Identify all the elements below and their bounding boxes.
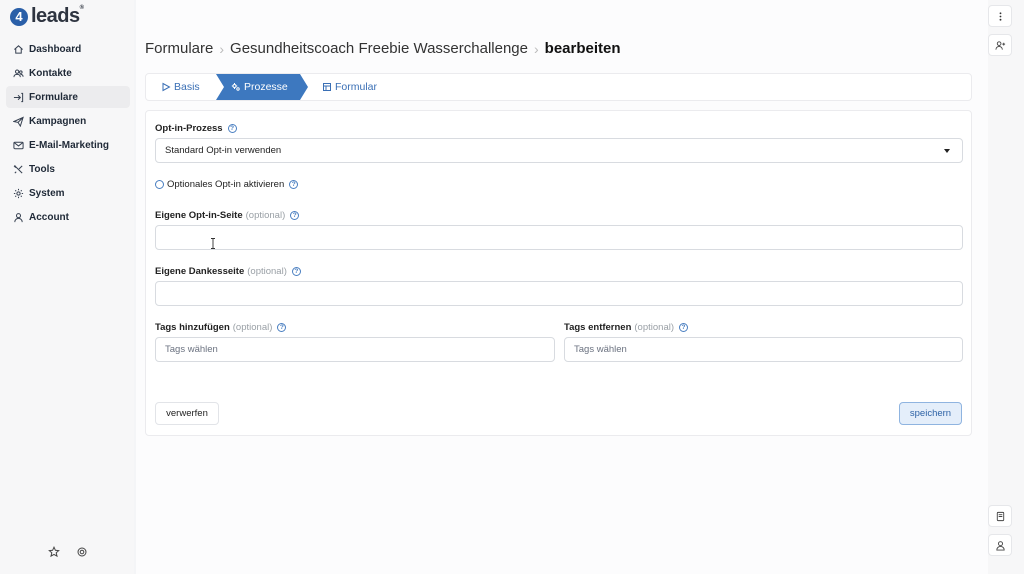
page-title: bearbeiten <box>544 40 621 57</box>
help-icon[interactable]: ? <box>291 267 301 276</box>
sidebar-item-email-marketing[interactable]: E-Mail-Marketing <box>6 134 130 156</box>
help-icon[interactable]: ? <box>277 323 287 332</box>
sidebar-item-label: System <box>29 187 65 199</box>
gears-icon <box>231 83 240 91</box>
tab-prozesse[interactable]: Prozesse <box>216 74 308 100</box>
text-cursor-icon <box>211 238 215 249</box>
tab-label: Basis <box>174 81 200 93</box>
sidebar-item-label: Kampagnen <box>29 115 87 127</box>
add-user-icon <box>994 40 1005 50</box>
process-form: Opt-in-Prozess ? Standard Opt-in verwend… <box>145 110 972 436</box>
sidebar-item-kontakte[interactable]: Kontakte <box>6 62 130 84</box>
tab-label: Formular <box>335 81 378 93</box>
tab-bar: Basis Prozesse Formular <box>145 73 972 101</box>
logo-mark: 4 <box>10 7 28 26</box>
gear-icon[interactable] <box>76 546 88 558</box>
tab-label: Prozesse <box>244 81 288 93</box>
docs-button[interactable] <box>988 505 1012 527</box>
arrow-in-icon <box>13 92 24 102</box>
send-icon <box>13 115 24 127</box>
sidebar-item-account[interactable]: Account <box>6 206 130 228</box>
support-button[interactable] <box>988 534 1012 556</box>
help-icon[interactable]: ? <box>227 124 237 133</box>
sidebar-nav: Dashboard Kontakte Formulare Kampagnen E… <box>6 38 130 230</box>
sidebar-item-dashboard[interactable]: Dashboard <box>6 38 130 60</box>
sidebar-item-formulare[interactable]: Formulare <box>6 86 130 108</box>
optional-optin-radio[interactable]: Optionales Opt-in aktivieren ? <box>155 179 299 190</box>
tab-formular[interactable]: Formular <box>322 74 377 100</box>
home-icon <box>14 44 23 54</box>
help-icon[interactable]: ? <box>290 211 300 220</box>
sidebar-item-tools[interactable]: Tools <box>6 158 130 180</box>
play-icon <box>162 82 171 92</box>
optin-process-label: Opt-in-Prozess ? <box>155 123 237 134</box>
save-button[interactable]: speichern <box>899 402 962 425</box>
sidebar-item-label: Kontakte <box>29 67 72 79</box>
sidebar-item-system[interactable]: System <box>6 182 130 204</box>
tab-basis[interactable]: Basis <box>161 74 200 100</box>
breadcrumb: Formulare › Gesundheitscoach Freebie Was… <box>145 40 621 57</box>
logo-text: leads® <box>31 5 84 27</box>
thanks-page-label: Eigene Dankesseite (optional) ? <box>155 266 301 277</box>
breadcrumb-item[interactable]: Formulare <box>145 40 213 57</box>
breadcrumb-item[interactable]: Gesundheitscoach Freebie Wasserchallenge <box>230 40 528 57</box>
mail-icon <box>13 141 24 149</box>
caret-down-icon <box>944 149 950 153</box>
tags-remove-select[interactable]: Tags wählen <box>564 337 963 362</box>
support-icon <box>995 540 1005 551</box>
form-icon <box>323 83 331 91</box>
sidebar-item-kampagnen[interactable]: Kampagnen <box>6 110 130 132</box>
help-icon[interactable]: ? <box>289 180 299 189</box>
users-icon <box>13 69 24 77</box>
optin-page-input[interactable] <box>155 225 963 250</box>
help-icon[interactable]: ? <box>679 323 688 332</box>
chevron-right-icon: › <box>533 40 539 57</box>
tags-add-label: Tags hinzufügen (optional) ? <box>155 322 287 333</box>
gear-icon <box>13 188 24 198</box>
sidebar-item-label: Account <box>29 211 69 223</box>
logo[interactable]: 4 leads® <box>10 5 84 28</box>
tags-add-select[interactable]: Tags wählen <box>155 337 555 362</box>
sidebar-item-label: Formulare <box>29 91 78 103</box>
discard-button[interactable]: verwerfen <box>155 402 219 425</box>
sidebar-item-label: Tools <box>29 163 55 175</box>
add-user-button[interactable] <box>988 34 1012 56</box>
more-menu-button[interactable] <box>988 5 1012 27</box>
sidebar-footer <box>48 546 88 558</box>
sidebar-item-label: E-Mail-Marketing <box>29 139 110 151</box>
user-icon <box>14 212 23 222</box>
more-vertical-icon <box>999 11 1001 21</box>
tags-remove-label: Tags entfernen (optional) ? <box>564 322 688 333</box>
tools-icon <box>13 164 23 174</box>
right-rail <box>988 0 1024 574</box>
optin-page-label: Eigene Opt-in-Seite (optional) ? <box>155 210 300 221</box>
main-content: Formulare › Gesundheitscoach Freebie Was… <box>136 0 988 574</box>
chevron-right-icon: › <box>219 40 225 57</box>
star-icon[interactable] <box>48 546 60 558</box>
sidebar-item-label: Dashboard <box>29 43 82 55</box>
book-icon <box>996 511 1004 521</box>
thanks-page-input[interactable] <box>155 281 963 306</box>
sidebar: 4 leads® Dashboard Kontakte Formulare Ka… <box>0 0 134 574</box>
radio-button[interactable] <box>155 180 164 189</box>
optin-process-select[interactable]: Standard Opt-in verwenden <box>155 138 963 163</box>
